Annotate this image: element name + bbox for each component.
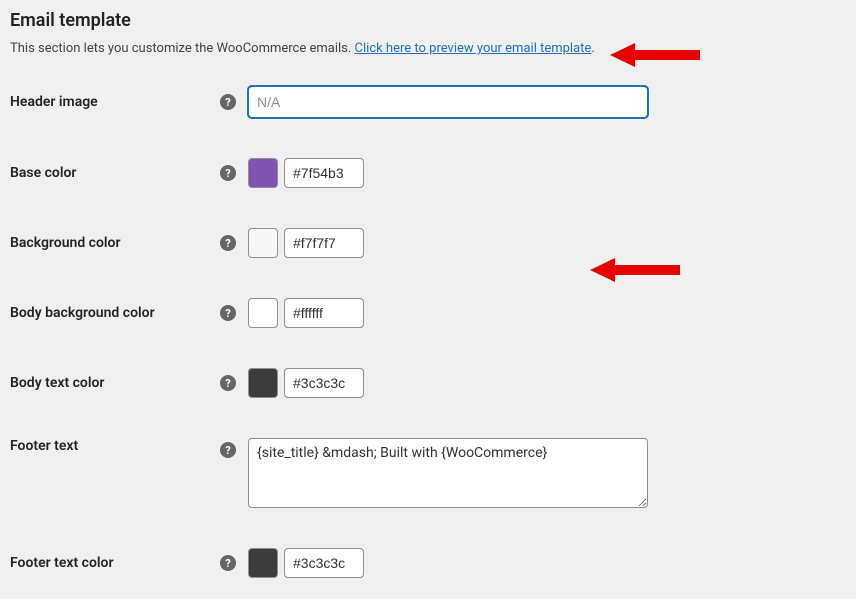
- row-footer-text: Footer text ?: [10, 438, 846, 508]
- section-description: This section lets you customize the WooC…: [10, 41, 846, 56]
- desc-prefix: This section lets you customize the WooC…: [10, 41, 355, 56]
- section-title: Email template: [10, 10, 846, 31]
- desc-suffix: .: [591, 41, 594, 56]
- row-body-bg-color: Body background color ?: [10, 298, 846, 328]
- body-bg-color-swatch[interactable]: [248, 298, 278, 328]
- row-footer-text-color: Footer text color ?: [10, 548, 846, 578]
- help-icon[interactable]: ?: [220, 442, 236, 458]
- background-color-input[interactable]: [284, 228, 364, 258]
- footer-text-color-swatch[interactable]: [248, 548, 278, 578]
- help-icon[interactable]: ?: [220, 375, 236, 391]
- help-icon[interactable]: ?: [220, 165, 236, 181]
- row-base-color: Base color ?: [10, 158, 846, 188]
- background-color-swatch[interactable]: [248, 228, 278, 258]
- annotation-arrow-icon: [590, 255, 680, 285]
- help-icon[interactable]: ?: [220, 235, 236, 251]
- label-body-text-color: Body text color: [10, 375, 104, 391]
- help-icon[interactable]: ?: [220, 555, 236, 571]
- row-header-image: Header image ?: [10, 86, 846, 118]
- base-color-input[interactable]: [284, 158, 364, 188]
- help-icon[interactable]: ?: [220, 305, 236, 321]
- label-background-color: Background color: [10, 235, 121, 251]
- footer-text-textarea[interactable]: [248, 438, 648, 508]
- row-body-text-color: Body text color ?: [10, 368, 846, 398]
- preview-template-link[interactable]: Click here to preview your email templat…: [355, 41, 592, 56]
- body-text-color-input[interactable]: [284, 368, 364, 398]
- header-image-input[interactable]: [248, 86, 648, 118]
- label-header-image: Header image: [10, 94, 98, 110]
- label-footer-text: Footer text: [10, 438, 78, 454]
- help-icon[interactable]: ?: [220, 94, 236, 110]
- label-base-color: Base color: [10, 165, 76, 181]
- base-color-swatch[interactable]: [248, 158, 278, 188]
- body-text-color-swatch[interactable]: [248, 368, 278, 398]
- label-footer-text-color: Footer text color: [10, 555, 113, 571]
- row-background-color: Background color ?: [10, 228, 846, 258]
- label-body-bg-color: Body background color: [10, 305, 155, 321]
- body-bg-color-input[interactable]: [284, 298, 364, 328]
- footer-text-color-input[interactable]: [284, 548, 364, 578]
